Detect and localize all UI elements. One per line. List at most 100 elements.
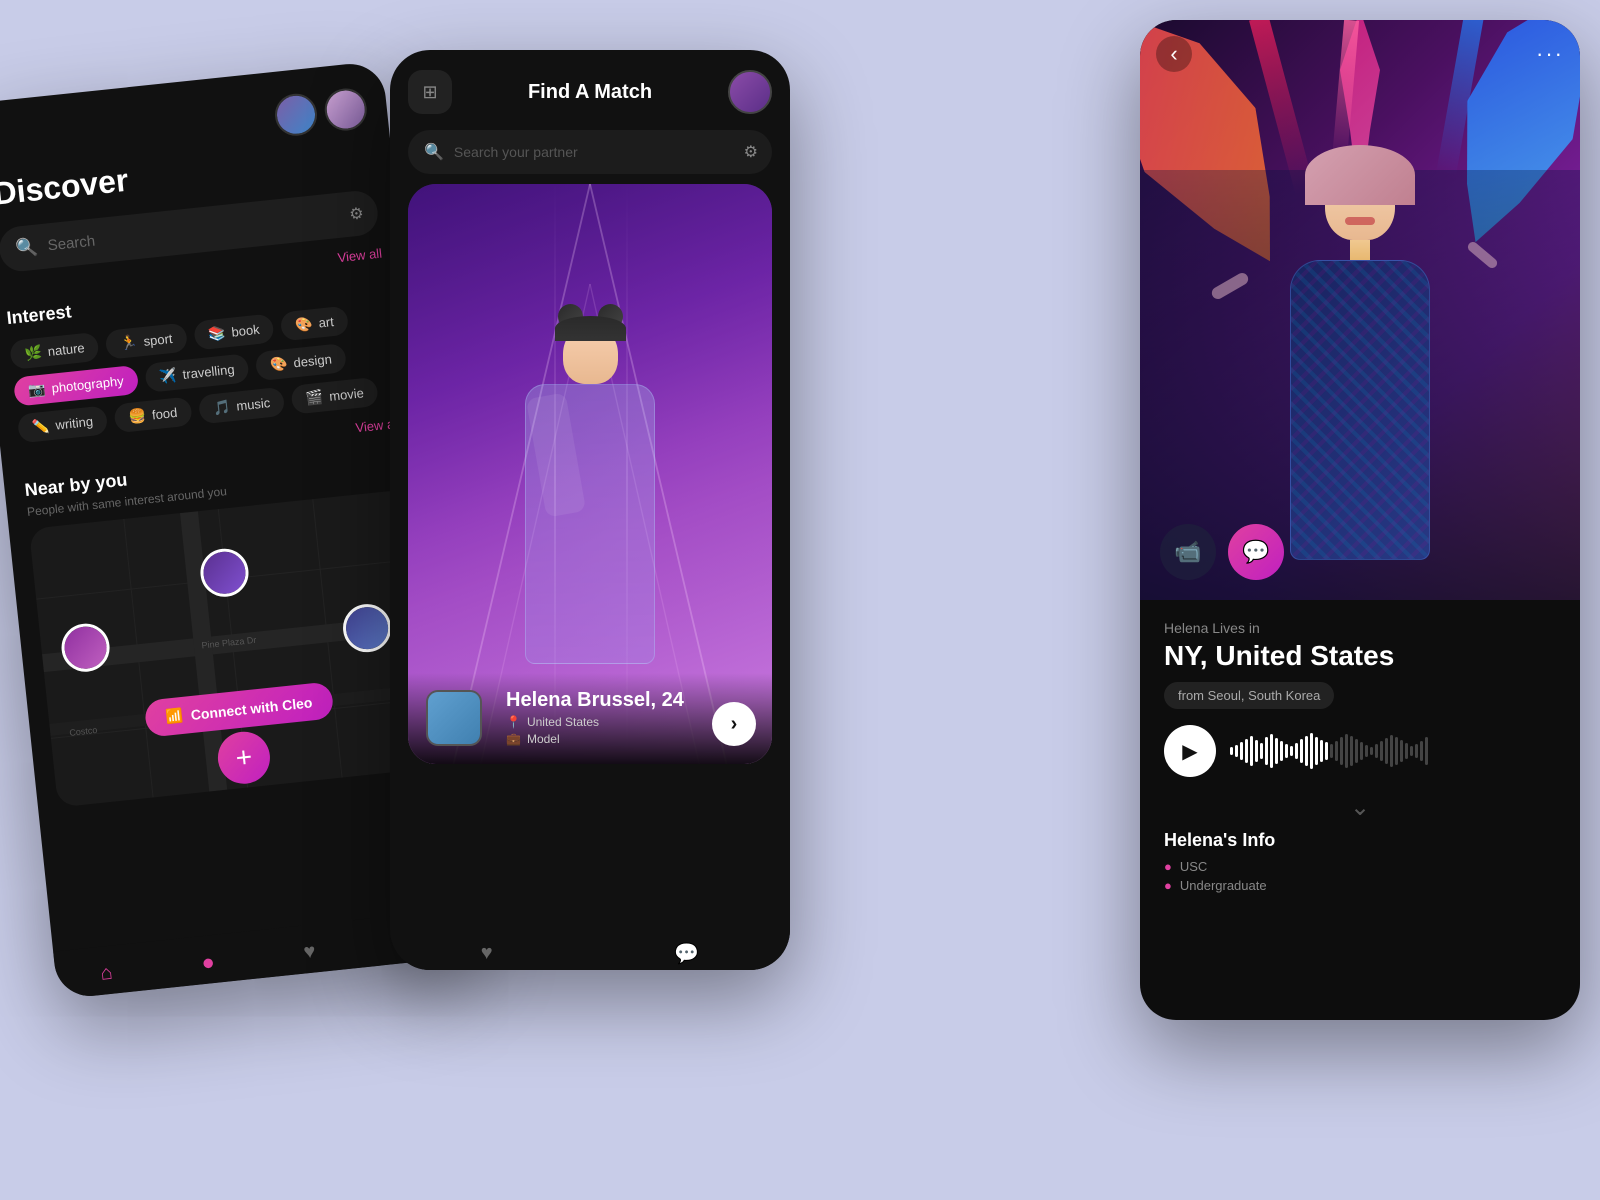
avatar-1[interactable] bbox=[273, 92, 319, 138]
waveform-bar bbox=[1380, 741, 1383, 761]
card-thumbnail bbox=[426, 690, 482, 746]
grid-icon: ⊞ bbox=[422, 82, 437, 103]
waveform-bar bbox=[1255, 740, 1258, 762]
chat-icon: 💬 bbox=[1242, 539, 1269, 565]
waveform-bar bbox=[1230, 747, 1233, 755]
waveform-bar bbox=[1360, 742, 1363, 760]
card-info-panel: Helena Brussel, 24 📍 United States 💼 Mod… bbox=[408, 673, 772, 764]
nav-heart-icon[interactable]: ♥ bbox=[302, 940, 316, 964]
profile-info-section: Helena Lives in NY, United States from S… bbox=[1140, 600, 1580, 917]
waveform-bar bbox=[1405, 743, 1408, 759]
waveform-bar bbox=[1280, 741, 1283, 761]
phone2-nav-chat[interactable]: 💬 bbox=[674, 941, 699, 966]
profile-action-buttons: 📹 💬 bbox=[1160, 524, 1284, 580]
more-options-button[interactable]: ··· bbox=[1536, 41, 1564, 67]
waveform-bar bbox=[1300, 739, 1303, 763]
helena-info-title: Helena's Info bbox=[1164, 830, 1556, 851]
tag-travelling[interactable]: ✈️travelling bbox=[144, 353, 250, 393]
waveform-bar bbox=[1365, 745, 1368, 757]
waveform-bar bbox=[1395, 737, 1398, 765]
tag-writing[interactable]: ✏️writing bbox=[17, 405, 109, 443]
waveform-bar bbox=[1305, 736, 1308, 766]
waveform-bar bbox=[1250, 736, 1253, 766]
info-dot-icon-2: ● bbox=[1164, 878, 1172, 893]
video-call-button[interactable]: 📹 bbox=[1160, 524, 1216, 580]
card-location: 📍 United States bbox=[506, 715, 684, 729]
waveform-bar bbox=[1400, 740, 1403, 762]
card-person-name: Helena Brussel, 24 bbox=[506, 689, 684, 712]
waveform-bar bbox=[1240, 742, 1243, 760]
back-icon: ‹ bbox=[1170, 41, 1177, 67]
audio-waveform bbox=[1230, 729, 1556, 773]
waveform-bar bbox=[1245, 739, 1248, 763]
nav-compass-icon[interactable]: ● bbox=[200, 949, 216, 976]
waveform-bar bbox=[1355, 739, 1358, 763]
audio-player: ▶ bbox=[1164, 725, 1556, 777]
profile-person-figure bbox=[1250, 160, 1470, 540]
tag-design[interactable]: 🎨design bbox=[255, 343, 347, 381]
chat-button[interactable]: 💬 bbox=[1228, 524, 1284, 580]
waveform-bar bbox=[1315, 737, 1318, 765]
waveform-bar bbox=[1330, 744, 1333, 758]
grid-icon-button[interactable]: ⊞ bbox=[408, 70, 452, 114]
back-button[interactable]: ‹ bbox=[1156, 36, 1192, 72]
wifi-icon: 📶 bbox=[165, 707, 184, 726]
phone-find-match: ⊞ Find A Match 🔍 Search your partner ⚙ bbox=[390, 50, 790, 970]
waveform-bar bbox=[1260, 743, 1263, 759]
waveform-bar bbox=[1345, 734, 1348, 768]
nav-home-icon[interactable]: ⌂ bbox=[99, 961, 113, 985]
waveform-bar bbox=[1265, 737, 1268, 765]
tag-book[interactable]: 📚book bbox=[193, 313, 275, 350]
waveform-bar bbox=[1320, 740, 1323, 762]
waveform-bar bbox=[1390, 735, 1393, 767]
search-icon: 🔍 bbox=[424, 142, 444, 162]
origin-badge: from Seoul, South Korea bbox=[1164, 682, 1334, 709]
tag-sport[interactable]: 🏃sport bbox=[105, 323, 188, 360]
waveform-bar bbox=[1375, 744, 1378, 758]
phone2-bottom-nav: ♥ 💬 bbox=[390, 929, 790, 970]
phone-profile: ‹ ··· 📹 💬 Helena Lives in NY, United Sta… bbox=[1140, 20, 1580, 1020]
waveform-bar bbox=[1335, 741, 1338, 761]
profile-avatar[interactable] bbox=[728, 70, 772, 114]
phone2-nav-heart[interactable]: ♥ bbox=[481, 942, 493, 965]
waveform-bar bbox=[1415, 744, 1418, 758]
info-education: ● USC bbox=[1164, 859, 1556, 874]
tag-art[interactable]: 🎨art bbox=[280, 306, 349, 342]
avatar-2[interactable] bbox=[323, 86, 369, 132]
waveform-bar bbox=[1425, 737, 1428, 765]
search-input-placeholder: Search bbox=[47, 233, 96, 255]
location-name: NY, United States bbox=[1164, 640, 1556, 672]
search-partner-placeholder: Search your partner bbox=[454, 144, 578, 160]
waveform-bar bbox=[1385, 738, 1388, 764]
match-card: Helena Brussel, 24 📍 United States 💼 Mod… bbox=[408, 184, 772, 764]
waveform-bar bbox=[1290, 746, 1293, 756]
waveform-bar bbox=[1235, 745, 1238, 757]
waveform-bar bbox=[1295, 743, 1298, 759]
find-match-title: Find A Match bbox=[528, 81, 652, 104]
tag-movie[interactable]: 🎬movie bbox=[290, 377, 379, 415]
profile-header-icons: ‹ ··· bbox=[1156, 36, 1564, 72]
waveform-bar bbox=[1420, 741, 1423, 761]
filter-icon[interactable]: ⚙ bbox=[744, 142, 758, 162]
info-dot-icon: ● bbox=[1164, 859, 1172, 874]
map-area: Pine Plaza Dr Costco 📶 Connect with Cleo… bbox=[29, 489, 436, 807]
tag-nature[interactable]: 🌿nature bbox=[9, 332, 100, 370]
play-button[interactable]: ▶ bbox=[1164, 725, 1216, 777]
tag-music[interactable]: 🎵music bbox=[198, 387, 286, 425]
card-profession: 💼 Model bbox=[506, 732, 684, 746]
tag-photography[interactable]: 📷photography bbox=[13, 365, 139, 407]
filter-icon[interactable]: ⚙ bbox=[348, 203, 364, 224]
waveform-bar bbox=[1340, 737, 1343, 765]
phone2-search-bar[interactable]: 🔍 Search your partner ⚙ bbox=[408, 130, 772, 174]
phone2-header: ⊞ Find A Match bbox=[408, 70, 772, 114]
waveform-bar bbox=[1270, 734, 1273, 768]
waveform-bar bbox=[1350, 736, 1353, 766]
tag-food[interactable]: 🍔food bbox=[113, 396, 192, 433]
card-next-button[interactable]: › bbox=[712, 702, 756, 746]
waveform-bar bbox=[1325, 742, 1328, 760]
profile-image-area: ‹ ··· 📹 💬 bbox=[1140, 20, 1580, 600]
scroll-down-indicator: ⌄ bbox=[1164, 793, 1556, 822]
waveform-bar bbox=[1275, 738, 1278, 764]
waveform-bar bbox=[1310, 733, 1313, 769]
waveform-bar bbox=[1370, 747, 1373, 755]
